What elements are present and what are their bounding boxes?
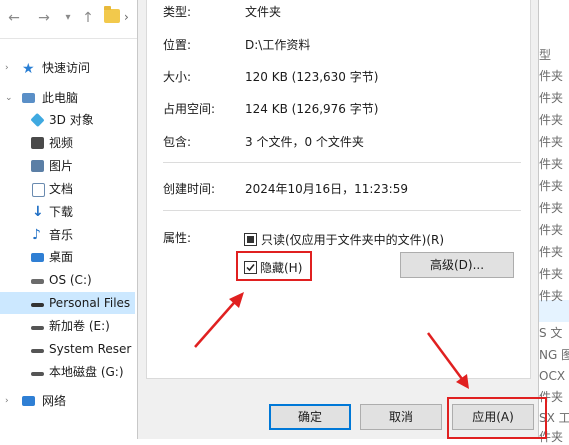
- list-item[interactable]: 件夹: [539, 133, 563, 150]
- collapse-icon[interactable]: ⌄: [5, 87, 13, 109]
- nav-item-label: 3D 对象: [49, 113, 94, 127]
- contains-label: 包含:: [163, 135, 192, 149]
- nav-item-drive-c[interactable]: OS (C:): [0, 269, 135, 291]
- forward-arrow-icon[interactable]: →: [36, 10, 52, 26]
- attributes-label: 属性:: [163, 231, 192, 245]
- up-arrow-icon[interactable]: ↑: [80, 10, 96, 26]
- nav-item-drive-e[interactable]: 新加卷 (E:): [0, 315, 135, 337]
- recent-dropdown-icon[interactable]: ▾: [60, 10, 76, 26]
- documents-icon: [32, 183, 45, 197]
- folder-properties-dialog: 类型: 文件夹 位置: D:\工作资料 大小: 120 KB (123,630 …: [137, 0, 539, 439]
- drive-icon: [31, 279, 44, 284]
- type-value: 文件夹: [245, 5, 282, 19]
- size-label: 大小:: [163, 70, 192, 84]
- list-item[interactable]: 件夹: [539, 89, 563, 106]
- contains-value: 3 个文件，0 个文件夹: [245, 135, 364, 149]
- nav-item-label: OS (C:): [49, 273, 92, 287]
- highlight-box-hidden: [236, 251, 312, 281]
- location-value: D:\工作资料: [245, 38, 311, 52]
- list-item[interactable]: 件夹: [539, 243, 563, 260]
- list-item[interactable]: 件夹: [539, 265, 563, 282]
- list-item[interactable]: OCX 文: [539, 367, 569, 384]
- size-on-disk-value: 124 KB (126,976 字节): [245, 102, 379, 116]
- star-icon: ★: [22, 61, 35, 77]
- nav-item-label: Personal Files: [49, 296, 131, 310]
- download-icon: ↓: [32, 204, 44, 220]
- list-item[interactable]: NG 图: [539, 346, 569, 363]
- file-list-type-column: 型 件夹 件夹 件夹 件夹 件夹 件夹 件夹 件夹 件夹 件夹 件夹 S 文 N…: [535, 0, 569, 444]
- nav-item-label: 文档: [49, 182, 74, 196]
- created-label: 创建时间:: [163, 182, 216, 196]
- pictures-icon: [31, 160, 44, 172]
- folder-icon: [104, 6, 120, 23]
- divider: [163, 210, 521, 211]
- chevron-right-icon[interactable]: ›: [124, 10, 129, 24]
- column-header-type[interactable]: 型: [539, 46, 551, 63]
- nav-item-documents[interactable]: 文档: [0, 178, 135, 200]
- list-item[interactable]: 件夹: [539, 221, 563, 238]
- network-icon: [22, 396, 35, 406]
- nav-item-downloads[interactable]: ↓ 下载: [0, 201, 135, 223]
- nav-item-label: 此电脑: [42, 91, 79, 105]
- nav-item-desktop[interactable]: 桌面: [0, 246, 135, 268]
- type-label: 类型:: [163, 5, 192, 19]
- nav-item-label: 下载: [49, 205, 74, 219]
- nav-item-label: 视频: [49, 136, 74, 150]
- list-item[interactable]: 件夹: [539, 67, 563, 84]
- nav-item-label: 桌面: [49, 250, 74, 264]
- size-value: 120 KB (123,630 字节): [245, 70, 379, 84]
- readonly-checkbox[interactable]: [244, 233, 257, 246]
- nav-item-music[interactable]: ♪ 音乐: [0, 224, 135, 246]
- explorer-toolbar: ← → ▾ ↑ ›: [0, 0, 140, 39]
- computer-icon: [22, 93, 35, 103]
- nav-item-label: 新加卷 (E:): [49, 319, 110, 333]
- ok-button[interactable]: 确定: [269, 404, 351, 430]
- nav-item-this-pc[interactable]: ⌄ 此电脑: [0, 87, 135, 109]
- nav-item-network[interactable]: › 网络: [0, 390, 135, 412]
- nav-item-quick-access[interactable]: › ★ 快速访问: [0, 57, 135, 79]
- list-item[interactable]: 件夹: [539, 177, 563, 194]
- back-arrow-icon[interactable]: ←: [6, 10, 22, 26]
- desktop-icon: [31, 253, 44, 262]
- list-item[interactable]: 件夹: [539, 155, 563, 172]
- nav-item-drive-g[interactable]: 本地磁盘 (G:): [0, 361, 135, 383]
- advanced-button[interactable]: 高级(D)...: [400, 252, 514, 278]
- drive-icon: [31, 372, 44, 376]
- readonly-checkbox-label[interactable]: 只读(仅应用于文件夹中的文件)(R): [261, 231, 444, 248]
- drive-icon: [31, 349, 44, 353]
- location-label: 位置:: [163, 38, 192, 52]
- expand-icon[interactable]: ›: [5, 390, 9, 412]
- nav-item-label: 快速访问: [42, 61, 91, 75]
- list-item[interactable]: 件夹: [539, 199, 563, 216]
- nav-item-label: 本地磁盘 (G:): [49, 365, 124, 379]
- nav-item-system-reserved[interactable]: System Reser: [0, 338, 135, 360]
- nav-item-label: 图片: [49, 159, 74, 173]
- list-item[interactable]: S 文: [539, 324, 562, 341]
- video-icon: [31, 137, 44, 149]
- expand-icon[interactable]: ›: [5, 57, 9, 79]
- cube-icon: [30, 112, 45, 128]
- drive-icon: [31, 303, 44, 307]
- created-value: 2024年10月16日，11:23:59: [245, 182, 408, 196]
- highlight-box-apply: [447, 397, 547, 439]
- nav-item-personal-files[interactable]: Personal Files: [0, 292, 135, 314]
- general-tab-panel: 类型: 文件夹 位置: D:\工作资料 大小: 120 KB (123,630 …: [146, 0, 531, 379]
- drive-icon: [31, 326, 44, 330]
- nav-item-label: 网络: [42, 394, 67, 408]
- cancel-button[interactable]: 取消: [360, 404, 442, 430]
- nav-item-label: System Reser: [49, 342, 132, 356]
- list-item[interactable]: 件夹: [539, 111, 563, 128]
- nav-item-videos[interactable]: 视频: [0, 132, 135, 154]
- divider: [163, 162, 521, 163]
- nav-item-label: 音乐: [49, 228, 74, 242]
- music-icon: ♪: [32, 227, 41, 243]
- size-on-disk-label: 占用空间:: [163, 102, 216, 116]
- list-item[interactable]: 件夹: [539, 287, 563, 304]
- nav-item-3d-objects[interactable]: 3D 对象: [0, 109, 135, 131]
- nav-item-pictures[interactable]: 图片: [0, 155, 135, 177]
